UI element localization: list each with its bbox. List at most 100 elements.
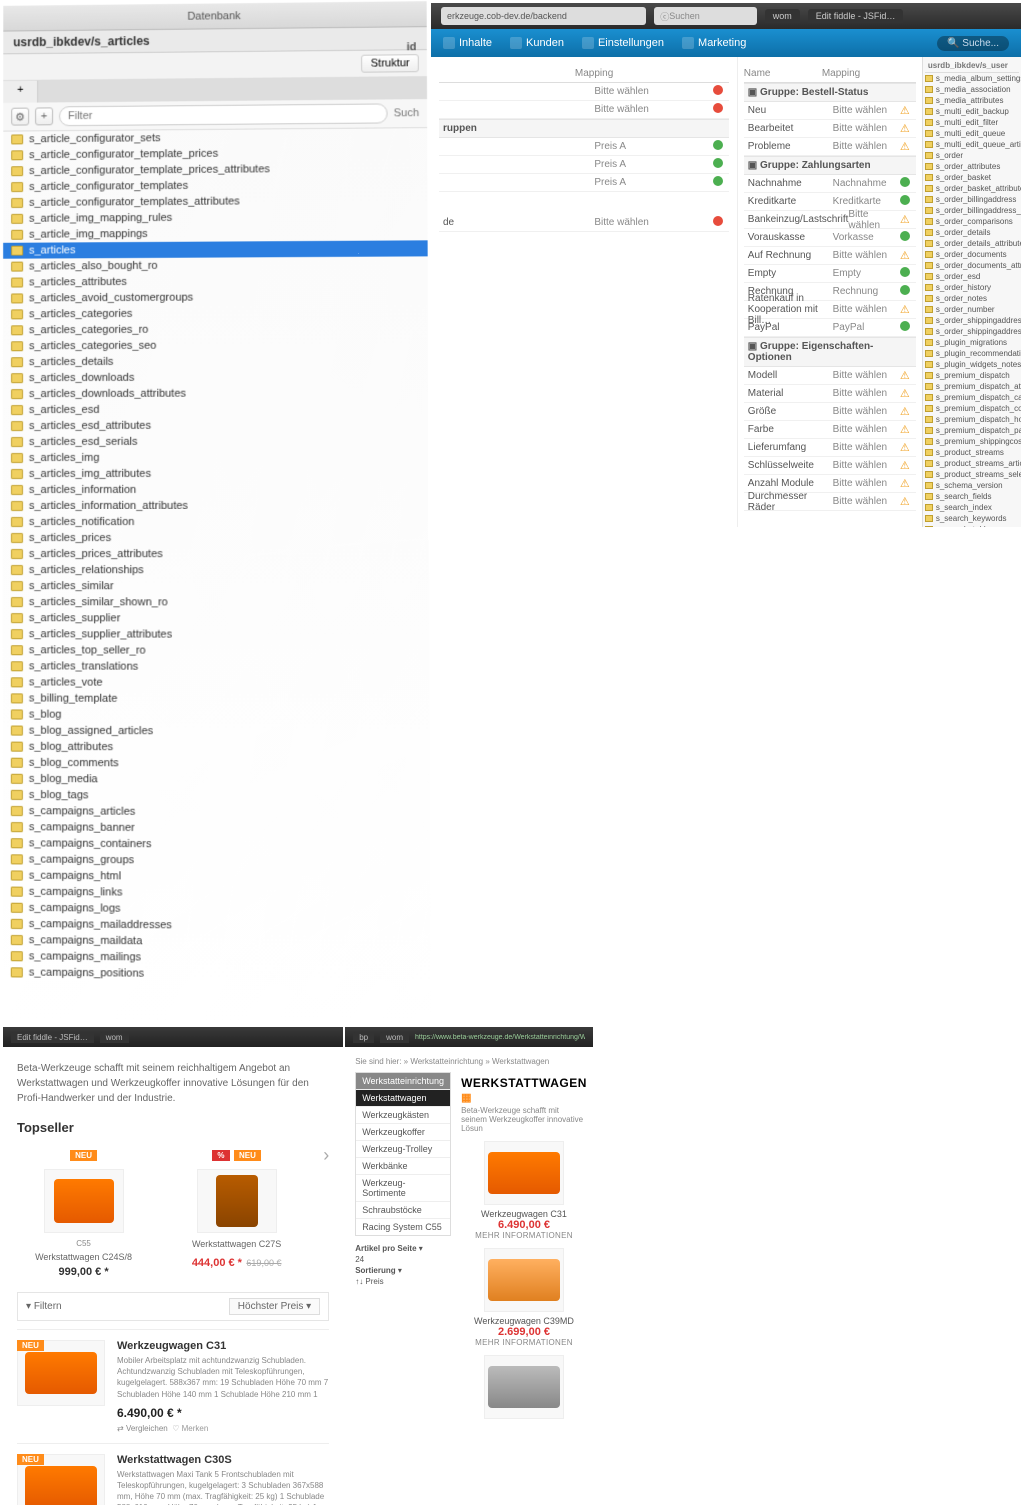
mapping-row[interactable]: LieferumfangBitte wählen⚠ [744,439,916,457]
table-row[interactable]: s_premium_dispatch_paymentmeans [925,425,1019,436]
table-row[interactable]: s_articles_downloads [3,369,428,386]
table-row[interactable]: s_search_tables [925,524,1019,527]
sort-value[interactable]: ↑↓ Preis [355,1277,451,1286]
plus-icon[interactable]: + [35,107,53,125]
mapping-row[interactable]: VorauskasseVorkasse [744,229,916,247]
per-page-value[interactable]: 24 [355,1255,451,1264]
table-row[interactable]: s_order_billingaddress_attributes [925,205,1019,216]
mapping-row[interactable]: PayPalPayPal [744,319,916,337]
sidebar-item[interactable]: Werkbänke [356,1157,450,1174]
table-row[interactable]: s_articles_categories_ro [3,321,428,339]
table-row[interactable]: s_articles_top_seller_ro [3,642,429,659]
table-row[interactable]: s_premium_dispatch_attributes [925,381,1019,392]
table-row[interactable]: s_order [925,150,1019,161]
breadcrumb[interactable]: Sie sind hier: » Werkstatteinrichtung » … [355,1057,583,1066]
sidebar-item[interactable]: Werkzeug-Trolley [356,1140,450,1157]
gear-icon[interactable]: ⚙ [11,108,29,126]
browser-tab[interactable]: Edit fiddle - JSFid… [11,1032,94,1043]
table-row[interactable]: s_articles_img [3,449,429,466]
more-link[interactable]: MEHR INFORMATIONEN [461,1231,587,1240]
table-row[interactable]: s_search_index [925,502,1019,513]
grid-product[interactable]: Werkzeugwagen C39MD 2.699,00 € MEHR INFO… [461,1248,587,1347]
table-row[interactable]: s_multi_edit_backup [925,106,1019,117]
sidebar-item[interactable]: Werkzeugkästen [356,1106,450,1123]
mapping-row[interactable]: Bitte wählen [439,101,729,119]
table-row[interactable]: s_premium_dispatch_categories [925,392,1019,403]
browser-tab[interactable]: wom [100,1032,129,1043]
table-row[interactable]: s_order_documents [925,249,1019,260]
table-row[interactable]: s_billing_template [3,690,430,708]
sidebar-item[interactable]: Werkstattwagen [356,1089,450,1106]
table-row[interactable]: s_order_notes [925,293,1019,304]
menu-kunden[interactable]: Kunden [510,37,564,49]
table-row[interactable]: s_articles_information_attributes [3,498,429,514]
filter-input[interactable] [59,103,388,126]
sidebar-item[interactable]: Racing System C55 [356,1218,450,1235]
table-row[interactable]: s_multi_edit_queue_articles [925,139,1019,150]
browser-tab[interactable]: wom [765,9,800,23]
table-row[interactable]: s_media_attributes [925,95,1019,106]
table-row[interactable]: s_articles_details [3,353,428,370]
table-row[interactable]: s_articles_supplier [3,610,429,627]
mapping-row[interactable]: Bitte wählen [439,83,729,101]
table-row[interactable]: s_order_history [925,282,1019,293]
mapping-row[interactable]: BearbeitetBitte wählen⚠ [744,120,916,138]
table-row[interactable]: s_articles_downloads_attributes [3,385,428,402]
table-row[interactable]: s_campaigns_positions [3,964,431,985]
table-row[interactable]: s_plugin_recommendations [925,348,1019,359]
mapping-row[interactable]: Durchmesser RäderBitte wählen⚠ [744,493,916,511]
table-row[interactable]: s_articles_categories [3,305,428,323]
table-row[interactable]: s_articles_vote [3,674,430,692]
table-row[interactable]: s_articles_prices_attributes [3,546,429,562]
table-row[interactable]: s_order_shippingaddress_attributes [925,326,1019,337]
mapping-row[interactable]: Bankeinzug/LastschriftBitte wählen⚠ [744,211,916,229]
browser-tab[interactable]: wom [380,1032,409,1043]
mapping-row[interactable]: Ratenkauf in Kooperation mit Bill…Bitte … [744,301,916,319]
mapping-row[interactable]: deBitte wählen [439,214,729,232]
table-row[interactable]: s_order_number [925,304,1019,315]
menu-marketing[interactable]: Marketing [682,37,746,49]
second-db-tree[interactable]: usrdb_ibkdev/s_user s_media_album_settin… [922,57,1021,527]
table-row[interactable]: s_order_billingaddress [925,194,1019,205]
table-list[interactable]: s_article_configurator_setss_article_con… [3,128,431,1032]
filter-toggle[interactable]: ▾ Filtern [26,1301,62,1312]
grid-product[interactable]: Werkzeugwagen C31 6.490,00 € MEHR INFORM… [461,1141,587,1240]
table-row[interactable]: s_schema_version [925,480,1019,491]
table-row[interactable]: s_articles_supplier_attributes [3,626,429,643]
table-row[interactable]: s_articles_categories_seo [3,337,428,355]
table-row[interactable]: s_search_fields [925,491,1019,502]
list-item[interactable]: NEU Werkzeugwagen C31 Mobiler Arbeitspla… [17,1329,329,1443]
grid-product[interactable] [461,1355,587,1419]
table-row[interactable]: s_product_streams [925,447,1019,458]
top-product-2[interactable]: % NEU Werkstattwagen C27S 444,00 € * 619… [170,1145,303,1271]
table-row[interactable]: s_premium_dispatch_holidays [925,414,1019,425]
table-row[interactable]: s_order_documents_attributes [925,260,1019,271]
menu-einstellungen[interactable]: Einstellungen [582,37,664,49]
table-row[interactable]: s_premium_dispatch [925,370,1019,381]
table-row[interactable]: s_articles_esd [3,401,428,418]
table-row[interactable]: s_product_streams_selection [925,469,1019,480]
table-row[interactable]: s_articles_prices [3,530,429,546]
table-row[interactable]: s_media_association [925,84,1019,95]
table-row[interactable]: s_order_details [925,227,1019,238]
table-row[interactable]: s_articles_img_attributes [3,466,429,482]
mapping-row[interactable]: NeuBitte wählen⚠ [744,102,916,120]
mapping-row[interactable]: ProblemeBitte wählen⚠ [744,138,916,156]
compare-link[interactable]: ⇄ Vergleichen [117,1424,168,1433]
sort-dropdown[interactable]: Höchster Preis ▾ [229,1298,320,1315]
more-link[interactable]: MEHR INFORMATIONEN [461,1338,587,1347]
url-bar[interactable]: erkzeuge.cob-dev.de/backend [441,7,646,25]
mapping-row[interactable]: Preis A [439,138,729,156]
admin-search[interactable]: 🔍 Suche... [937,36,1009,51]
sidebar-item[interactable]: Werkzeugkoffer [356,1123,450,1140]
mapping-row[interactable]: FarbeBitte wählen⚠ [744,421,916,439]
new-tab-button[interactable]: + [3,81,38,103]
table-row[interactable]: s_articles_esd_serials [3,433,428,450]
sidebar-item[interactable]: Schraubstöcke [356,1201,450,1218]
chevron-right-icon[interactable]: › [323,1145,329,1166]
table-row[interactable]: s_premium_dispatch_countries [925,403,1019,414]
table-row[interactable]: s_product_streams_articles [925,458,1019,469]
table-row[interactable]: s_multi_edit_filter [925,117,1019,128]
table-row[interactable]: s_articles_avoid_customergroups [3,289,428,307]
table-row[interactable]: s_order_details_attributes [925,238,1019,249]
